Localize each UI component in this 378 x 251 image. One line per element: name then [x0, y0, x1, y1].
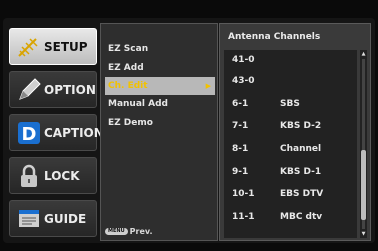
channel-row[interactable]: 43-0 — [224, 71, 357, 92]
menu-item-label: Ch. Edit — [108, 81, 148, 91]
tab-option[interactable]: OPTION — [9, 71, 97, 108]
menu-item-ez-scan[interactable]: EZ Scan — [105, 40, 215, 58]
tab-label: GUIDE — [44, 212, 87, 226]
channel-number: 6-1 — [232, 99, 249, 109]
menu-item-ez-add[interactable]: EZ Add — [105, 59, 215, 77]
channel-name: EBS DTV — [280, 189, 324, 199]
tab-label: SETUP — [44, 40, 88, 54]
channel-row[interactable]: 7-1 KBS D-2 — [224, 116, 357, 137]
tv-osd-window: SETUP OPTION D CAPTION LOCK GUIDE EZ Sca… — [3, 18, 375, 243]
panel-title: Antenna Channels — [228, 32, 321, 42]
tab-label: LOCK — [44, 169, 80, 183]
channel-list: 41-0 43-0 6-1 SBS 7-1 KBS D-2 8-1 Channe… — [224, 50, 357, 238]
d-caption-icon: D — [18, 122, 40, 145]
scroll-up-icon[interactable]: ▲ — [360, 51, 367, 57]
channel-row[interactable]: 11-1 MBC dtv — [224, 207, 357, 228]
channel-row[interactable]: 8-1 Channel — [224, 139, 357, 160]
channel-number: 7-1 — [232, 121, 249, 131]
channel-number: 41-0 — [232, 55, 255, 65]
prev-label: Prev. — [129, 227, 153, 236]
channel-name: MBC dtv — [280, 212, 323, 222]
tab-lock[interactable]: LOCK — [9, 157, 97, 194]
channel-row[interactable]: 9-1 KBS D-1 — [224, 162, 357, 183]
setup-menu: EZ Scan EZ Add Ch. Edit ▶ Manual Add EZ … — [100, 23, 218, 241]
tab-caption[interactable]: D CAPTION — [9, 114, 104, 151]
scroll-down-icon[interactable]: ▼ — [360, 231, 367, 237]
channel-number: 43-0 — [232, 76, 255, 86]
tab-guide[interactable]: GUIDE — [9, 200, 97, 237]
channel-name: KBS D-1 — [280, 167, 322, 177]
tab-label: OPTION — [44, 83, 96, 97]
svg-text:D: D — [22, 124, 37, 145]
lock-icon — [21, 164, 37, 187]
channel-number: 8-1 — [232, 144, 249, 154]
channel-name: KBS D-2 — [280, 121, 322, 131]
channel-number: 9-1 — [232, 167, 249, 177]
antenna-icon — [18, 38, 38, 57]
antenna-channels-panel: Antenna Channels 41-0 43-0 6-1 SBS 7-1 K… — [219, 23, 371, 241]
channel-row[interactable]: 41-0 — [224, 50, 357, 71]
menu-item-ch-edit[interactable]: Ch. Edit ▶ — [105, 77, 215, 95]
menu-item-ez-demo[interactable]: EZ Demo — [105, 114, 215, 132]
channel-row[interactable]: 6-1 SBS — [224, 94, 357, 115]
guide-icon — [19, 210, 39, 227]
tab-label: CAPTION — [44, 126, 104, 140]
channel-number: 10-1 — [232, 189, 255, 199]
channel-name: SBS — [280, 99, 300, 109]
menu-button-icon: MENU — [105, 228, 128, 235]
arrow-right-icon: ▶ — [205, 82, 211, 90]
channel-scrollbar[interactable]: ▲ ▼ — [360, 50, 367, 238]
menu-item-manual-add[interactable]: Manual Add — [105, 95, 215, 113]
tab-setup[interactable]: SETUP — [9, 28, 97, 65]
scroll-thumb[interactable] — [361, 150, 366, 220]
pen-icon — [19, 78, 41, 100]
prev-hint[interactable]: MENU Prev. — [105, 226, 152, 238]
category-tabs: SETUP OPTION D CAPTION LOCK GUIDE — [3, 18, 104, 243]
channel-number: 11-1 — [232, 212, 255, 222]
channel-name: Channel — [280, 144, 322, 154]
channel-row[interactable]: 10-1 EBS DTV — [224, 184, 357, 205]
